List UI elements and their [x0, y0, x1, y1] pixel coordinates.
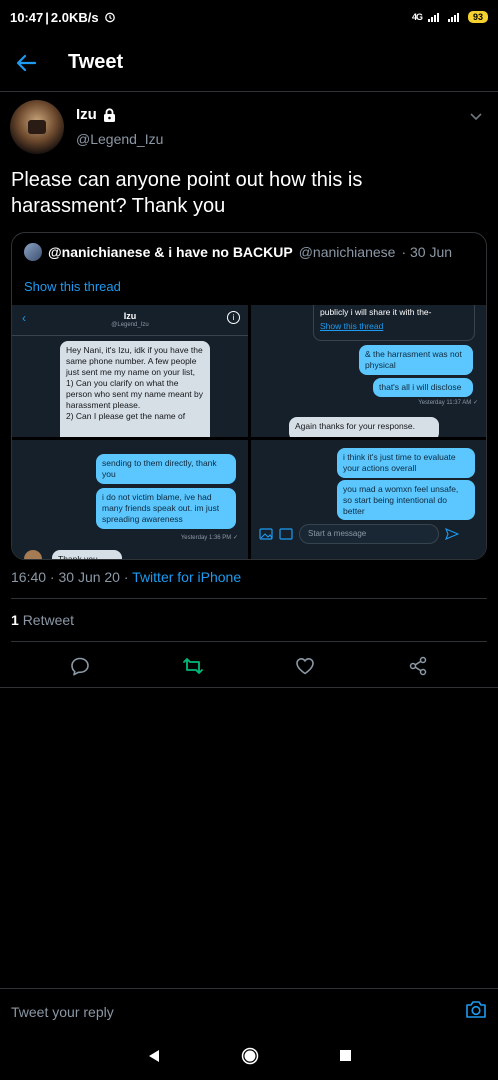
dm-message-input: Start a message	[299, 524, 439, 544]
gif-icon	[279, 528, 293, 540]
battery-indicator: 93	[467, 11, 488, 23]
page-title: Tweet	[68, 51, 124, 73]
quoted-name: @nanichianese & i have no BACKUP	[48, 244, 293, 260]
tweet-timestamp: 16:40 · 30 Jun 20 · Twitter for iPhone	[11, 569, 241, 585]
tweet-text: Please can anyone point out how this is …	[11, 169, 363, 217]
reply-icon	[71, 657, 90, 676]
quoted-date: · 30 Jun	[401, 244, 453, 260]
nav-home-icon	[241, 1047, 258, 1064]
signal-icon-2	[447, 13, 459, 22]
quoted-image-1[interactable]: ‹ Izu @Legend_Izu i Hey Nani, it's Izu, …	[12, 305, 248, 437]
status-divider: |	[45, 9, 49, 25]
tweet-source-link[interactable]: Twitter for iPhone	[132, 569, 241, 585]
dm-message: Again thanks for your response.	[289, 417, 439, 437]
status-bar: 10:47 | 2.0KB/s 4G 93	[0, 0, 498, 34]
quoted-image-2[interactable]: publicly i will share it with the- Show …	[251, 305, 486, 437]
dm-timestamp: Yesterday 1:36 PM ✓	[180, 535, 238, 541]
nav-recents-icon	[339, 1050, 351, 1061]
avatar[interactable]	[10, 100, 64, 154]
dm-message: that's all i will disclose	[373, 378, 473, 397]
author-name: Izu	[76, 106, 97, 123]
dm-message: & the harrasment was not physical	[359, 345, 473, 375]
reply-composer: Tweet your reply	[0, 988, 498, 1034]
quoted-image-4[interactable]: i think it's just time to evaluate your …	[251, 440, 486, 559]
top-bar: Tweet	[0, 34, 498, 92]
dm-compose-bar: Start a message	[251, 520, 486, 548]
author-handle: @Legend_Izu	[76, 131, 164, 147]
chevron-down-icon	[470, 113, 482, 121]
share-button[interactable]	[398, 650, 438, 682]
dm-message: sending to them directly, thank you	[96, 454, 236, 484]
dm-title: Izu	[123, 311, 137, 321]
image-icon	[259, 528, 273, 540]
quoted-thread-box: publicly i will share it with the- Show …	[313, 305, 475, 341]
tweet-time: 16:40 · 30 Jun 20 ·	[11, 569, 133, 585]
dm-divider	[12, 335, 248, 336]
like-button[interactable]	[285, 650, 325, 682]
retweet-button[interactable]	[173, 650, 213, 682]
dm-message: you mad a womxn feel unsafe, so start be…	[337, 480, 475, 520]
quoted-handle: @nanichianese	[298, 244, 396, 260]
camera-button[interactable]	[465, 999, 487, 1024]
quoted-tweet-header: @nanichianese & i have no BACKUP @nanich…	[24, 243, 452, 261]
divider	[11, 598, 487, 599]
more-options-button[interactable]	[468, 108, 484, 129]
retweet-count: 1	[11, 612, 19, 628]
signal-icon	[427, 13, 439, 22]
dm-message: i do not victim blame, ive had many frie…	[96, 488, 236, 529]
thread-link: Show this thread	[320, 321, 384, 331]
nav-back-button[interactable]	[147, 1049, 161, 1068]
retweet-icon	[182, 658, 203, 674]
dm-message: Hey Nani, it's Izu, idk if you have the …	[60, 341, 210, 437]
dm-timestamp: Yesterday 11:37 AM ✓	[418, 400, 478, 406]
reply-button[interactable]	[60, 650, 100, 682]
reply-input[interactable]: Tweet your reply	[11, 1004, 114, 1020]
dm-message: Thank you	[52, 550, 122, 559]
author-name-row[interactable]: Izu	[76, 106, 163, 123]
like-icon	[296, 658, 315, 675]
nav-back-icon	[148, 1049, 159, 1062]
lock-icon	[103, 107, 115, 122]
info-icon: i	[227, 311, 240, 324]
quoted-tweet[interactable]: @nanichianese & i have no BACKUP @nanich…	[11, 232, 487, 560]
status-speed: 2.0KB/s	[50, 9, 99, 25]
tweet-actions	[0, 648, 498, 684]
nav-home-button[interactable]	[241, 1047, 259, 1070]
divider	[11, 641, 487, 642]
retweet-count-row[interactable]: 1 Retweet	[11, 612, 74, 628]
author-text: Izu @Legend_Izu	[76, 100, 163, 160]
send-icon	[445, 528, 459, 540]
dm-avatar	[24, 550, 42, 559]
system-nav-bar	[0, 1036, 498, 1080]
show-thread-link[interactable]: Show this thread	[24, 279, 121, 294]
back-arrow-icon	[16, 54, 37, 71]
quoted-image-3[interactable]: sending to them directly, thank you i do…	[12, 440, 248, 559]
divider	[0, 687, 498, 688]
dm-message: i think it's just time to evaluate your …	[337, 448, 475, 478]
dm-subtitle: @Legend_Izu	[111, 322, 149, 328]
share-icon	[409, 656, 426, 676]
nav-recents-button[interactable]	[339, 1049, 352, 1067]
retweet-label: Retweet	[22, 612, 75, 628]
network-label: 4G	[411, 12, 423, 22]
camera-icon	[466, 1001, 486, 1018]
tweet-author: Izu @Legend_Izu	[10, 100, 488, 160]
status-time: 10:47	[10, 9, 44, 25]
thread-text: publicly i will share it with the-	[320, 307, 432, 317]
quoted-avatar	[24, 243, 42, 261]
quoted-image-grid: ‹ Izu @Legend_Izu i Hey Nani, it's Izu, …	[12, 305, 486, 559]
alarm-icon	[104, 12, 115, 23]
back-button[interactable]	[0, 34, 52, 92]
